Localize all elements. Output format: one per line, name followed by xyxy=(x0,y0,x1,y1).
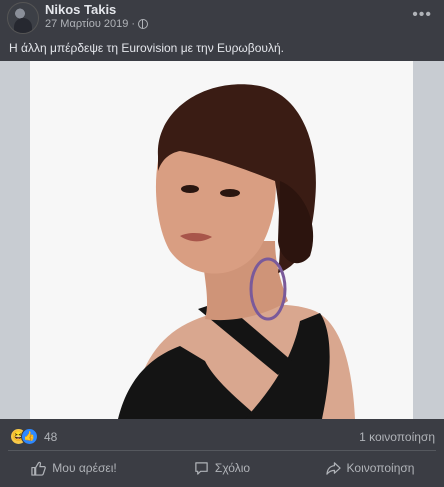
reaction-icons[interactable]: 😆 👍 xyxy=(10,428,40,445)
post-meta: 27 Μαρτίου 2019 · xyxy=(45,18,149,30)
post-header: Nikos Takis 27 Μαρτίου 2019 · ••• xyxy=(0,0,444,40)
post-photo-container[interactable] xyxy=(0,61,444,419)
like-button-label: Μου αρέσει! xyxy=(52,461,117,475)
post-actions: Μου αρέσει! Σχόλιο Κοινοποίηση xyxy=(0,455,444,481)
comment-button-label: Σχόλιο xyxy=(214,461,251,475)
post-caption: Η άλλη μπέρδεψε τη Eurovision με την Ευρ… xyxy=(9,41,284,55)
globe-icon[interactable] xyxy=(138,19,149,29)
author-name[interactable]: Nikos Takis xyxy=(45,2,116,17)
share-count[interactable]: 1 κοινοποίηση xyxy=(359,430,435,444)
comment-icon xyxy=(195,461,208,475)
like-icon: 👍 xyxy=(21,428,38,445)
post-date[interactable]: 27 Μαρτίου 2019 xyxy=(45,18,128,30)
date-separator: · xyxy=(131,18,136,30)
reaction-count[interactable]: 48 xyxy=(44,430,57,444)
thumbs-up-icon xyxy=(31,461,47,476)
comment-button[interactable]: Σχόλιο xyxy=(148,455,296,481)
share-icon xyxy=(325,461,341,475)
like-button[interactable]: Μου αρέσει! xyxy=(0,455,148,481)
share-button-label: Κοινοποίηση xyxy=(346,461,415,475)
post-stats: 😆 👍 48 1 κοινοποίηση xyxy=(0,427,444,447)
post-photo[interactable] xyxy=(30,61,413,419)
portrait-image xyxy=(30,61,413,419)
more-options-button[interactable]: ••• xyxy=(412,6,432,24)
divider xyxy=(8,450,436,451)
share-button[interactable]: Κοινοποίηση xyxy=(296,455,444,481)
author-avatar[interactable] xyxy=(7,2,39,34)
